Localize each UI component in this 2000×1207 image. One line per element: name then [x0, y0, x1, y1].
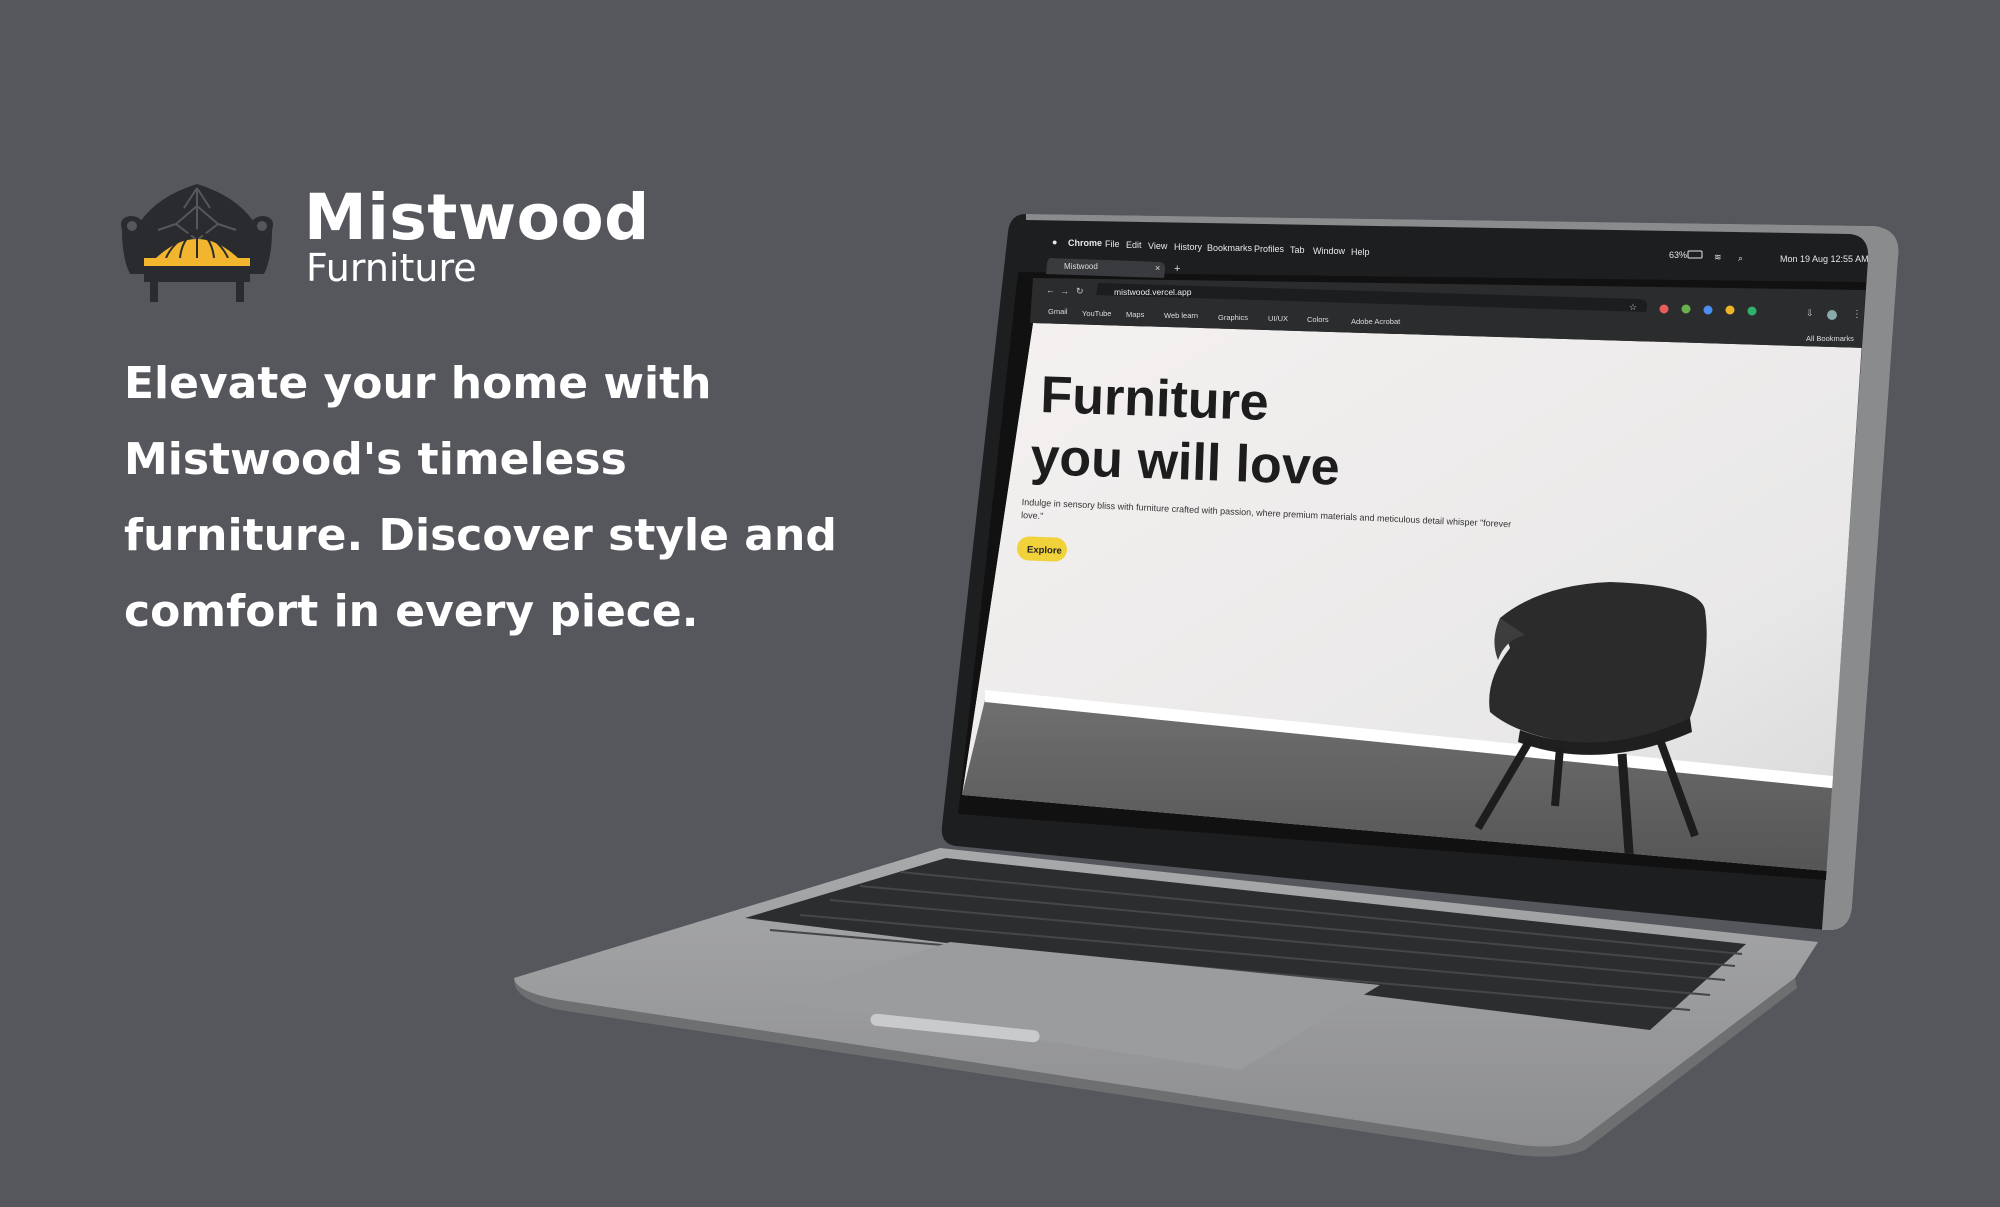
star-icon[interactable]: ☆: [1629, 302, 1637, 312]
page-headline-line2: you will love: [1030, 428, 1341, 497]
bookmark-item[interactable]: Gmail: [1048, 307, 1068, 316]
bookmark-item[interactable]: Maps: [1126, 310, 1145, 319]
download-icon[interactable]: ⇩: [1806, 308, 1814, 318]
battery-percent: 63%: [1669, 250, 1687, 260]
address-url: mistwood.vercel.app: [1114, 287, 1192, 297]
back-icon[interactable]: ←: [1046, 285, 1055, 295]
menubar-item[interactable]: Bookmarks: [1207, 243, 1253, 253]
bookmark-item[interactable]: UI/UX: [1268, 314, 1288, 323]
menubar-item[interactable]: Profiles: [1254, 244, 1285, 254]
new-tab-icon[interactable]: +: [1174, 263, 1180, 275]
tab-title: Mistwood: [1064, 262, 1098, 271]
bookmark-item[interactable]: Graphics: [1218, 313, 1248, 322]
bookmark-item[interactable]: Adobe Acrobat: [1351, 317, 1401, 326]
bookmark-item[interactable]: Colors: [1307, 315, 1329, 324]
reload-icon[interactable]: ↻: [1076, 286, 1084, 296]
menubar-item[interactable]: History: [1174, 242, 1203, 252]
menubar-item[interactable]: File: [1105, 239, 1120, 249]
bookmark-item[interactable]: YouTube: [1082, 309, 1111, 318]
menubar-item[interactable]: View: [1148, 241, 1168, 251]
search-icon: ⌕: [1738, 253, 1743, 263]
laptop-mockup: ● Chrome File Edit View History Bookmark…: [513, 214, 1899, 1157]
all-bookmarks[interactable]: All Bookmarks: [1806, 334, 1854, 343]
menu-dots-icon[interactable]: ⋮: [1852, 309, 1862, 320]
apple-icon: ●: [1052, 237, 1057, 247]
tab-close-icon[interactable]: ×: [1155, 263, 1160, 273]
menubar-app: Chrome: [1068, 238, 1102, 248]
menubar-clock: Mon 19 Aug 12:55 AM: [1780, 254, 1869, 264]
explore-button-label: Explore: [1027, 544, 1062, 556]
menubar-item[interactable]: Help: [1351, 247, 1370, 257]
wifi-icon: ≋: [1714, 252, 1722, 262]
bookmark-item[interactable]: Web learn: [1164, 311, 1198, 320]
page-headline-line1: Furniture: [1040, 366, 1270, 432]
forward-icon[interactable]: →: [1060, 286, 1069, 296]
menubar-item[interactable]: Tab: [1290, 245, 1305, 255]
menubar-item[interactable]: Edit: [1126, 240, 1142, 250]
menubar-item[interactable]: Window: [1313, 246, 1346, 256]
